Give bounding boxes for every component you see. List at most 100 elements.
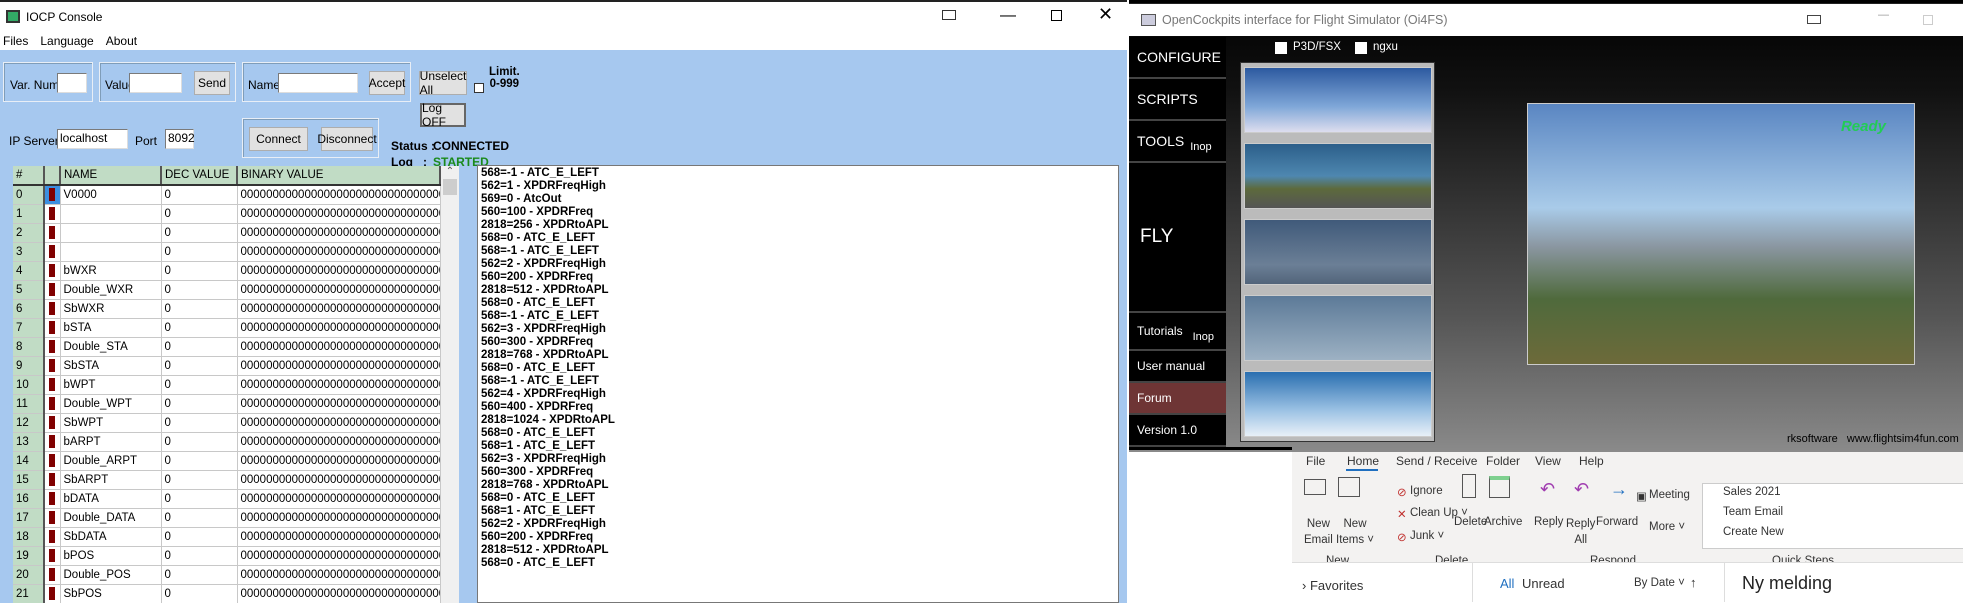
footer-credits[interactable]: rksoftware www.flightsim4fun.com — [1787, 433, 1959, 445]
name-input[interactable] — [278, 73, 358, 93]
row-marker[interactable] — [44, 470, 61, 490]
col-number[interactable]: # — [13, 166, 45, 186]
log-off-button[interactable]: Log OFF — [420, 101, 466, 129]
table-row[interactable]: 18 SbDATA 0 0000000000000000000000000000000… — [13, 527, 441, 547]
row-marker[interactable] — [44, 527, 61, 547]
delete-button[interactable]: Delete — [1454, 516, 1487, 528]
filter-unread[interactable]: Unread — [1522, 576, 1565, 591]
accept-button[interactable]: Accept — [369, 71, 405, 95]
menu-about[interactable]: About — [106, 34, 137, 48]
aircraft-image-emirates-777[interactable] — [1244, 219, 1432, 285]
maximize-button[interactable] — [1923, 15, 1933, 25]
table-row[interactable]: 6 SbWXR 0 00000000000000000000000000000000 — [13, 299, 441, 319]
row-marker[interactable] — [44, 356, 61, 376]
menu-language[interactable]: Language — [40, 34, 93, 48]
table-row[interactable]: 20 Double_POS 0 000000000000000000000000000… — [13, 565, 441, 585]
tab-home[interactable]: Home — [1347, 454, 1379, 468]
row-marker[interactable] — [44, 318, 61, 338]
aircraft-image-emirates-747[interactable] — [1244, 295, 1432, 361]
close-button[interactable]: ✕ — [1098, 4, 1113, 25]
nav-tutorials[interactable]: Tutorials Inop — [1129, 313, 1226, 351]
row-marker[interactable] — [44, 546, 61, 566]
col-binary-value[interactable]: BINARY VALUE — [237, 166, 441, 186]
aircraft-image-787[interactable] — [1244, 371, 1432, 437]
unselect-all-button[interactable]: Unselect All — [419, 69, 467, 97]
nav-scripts[interactable]: SCRIPTS — [1129, 79, 1226, 121]
var-number-input[interactable] — [57, 73, 87, 93]
maximize-button[interactable] — [1051, 10, 1062, 21]
nav-configure[interactable]: CONFIGURE — [1129, 37, 1226, 79]
row-marker[interactable] — [44, 565, 61, 585]
row-marker[interactable] — [44, 280, 61, 300]
table-row[interactable]: 3 0 00000000000000000000000000000000 — [13, 242, 441, 262]
row-marker[interactable] — [44, 394, 61, 414]
tab-folder[interactable]: Folder — [1486, 454, 1520, 468]
row-marker[interactable] — [44, 375, 61, 395]
ignore-button[interactable]: Ignore — [1410, 485, 1443, 497]
row-marker[interactable] — [44, 185, 61, 205]
archive-button[interactable]: Archive — [1484, 516, 1522, 528]
table-row[interactable]: 8 Double_STA 0 0000000000000000000000000000… — [13, 337, 441, 357]
table-row[interactable]: 12 SbWPT 0 00000000000000000000000000000000 — [13, 413, 441, 433]
table-row[interactable]: 7 bSTA 0 00000000000000000000000000000000 — [13, 318, 441, 338]
quick-step-sales[interactable]: Sales 2021 — [1723, 486, 1781, 498]
junk-button[interactable]: Junk ˅ — [1410, 530, 1444, 542]
more-button[interactable]: More ˅ — [1649, 521, 1685, 533]
new-items-button[interactable]: New Items ˅ — [1336, 516, 1374, 548]
col-dec-value[interactable]: DEC VALUE — [161, 166, 238, 186]
row-marker[interactable] — [44, 413, 61, 433]
table-row[interactable]: 14 Double_ARPT 0 00000000000000000000000000… — [13, 451, 441, 471]
sort-by-date[interactable]: By Date ˅ — [1634, 577, 1685, 589]
nav-fly[interactable]: FLY — [1129, 163, 1226, 313]
table-row[interactable]: 1 0 00000000000000000000000000000000 — [13, 204, 441, 224]
table-scrollbar[interactable]: ⌃ — [441, 166, 459, 603]
connect-button[interactable]: Connect — [249, 127, 308, 151]
table-row[interactable]: 15 SbARPT 0 0000000000000000000000000000000… — [13, 470, 441, 490]
value-input[interactable] — [129, 73, 182, 93]
table-row[interactable]: 21 SbPOS 0 00000000000000000000000000000000 — [13, 584, 441, 603]
row-marker[interactable] — [44, 261, 61, 281]
table-row[interactable]: 17 Double_DATA 0 00000000000000000000000000… — [13, 508, 441, 528]
row-marker[interactable] — [44, 204, 61, 224]
table-row[interactable]: 5 Double_WXR 0 0000000000000000000000000000… — [13, 280, 441, 300]
new-email-button[interactable]: New Email — [1304, 516, 1333, 548]
row-marker[interactable] — [44, 584, 61, 603]
table-row[interactable]: 2 0 00000000000000000000000000000000 — [13, 223, 441, 243]
filter-all[interactable]: All — [1500, 576, 1514, 591]
quick-step-team-email[interactable]: Team Email — [1723, 506, 1783, 518]
row-marker[interactable] — [44, 299, 61, 319]
table-row[interactable]: 10 bWPT 0 00000000000000000000000000000000 — [13, 375, 441, 395]
table-row[interactable]: 13 bARPT 0 00000000000000000000000000000000 — [13, 432, 441, 452]
limit-checkbox[interactable] — [474, 83, 484, 93]
meeting-button[interactable]: Meeting — [1649, 489, 1690, 501]
snap-icon[interactable] — [942, 10, 956, 20]
port-input[interactable]: 8092 — [165, 129, 195, 149]
row-marker[interactable] — [44, 337, 61, 357]
minimize-button[interactable]: — — [1878, 9, 1889, 21]
col-marker[interactable] — [44, 166, 61, 186]
row-marker[interactable] — [44, 242, 61, 262]
table-row[interactable]: 11 Double_WPT 0 000000000000000000000000000… — [13, 394, 441, 414]
menu-files[interactable]: Files — [3, 34, 28, 48]
send-button[interactable]: Send — [194, 71, 230, 95]
disconnect-button[interactable]: Disconnect — [317, 127, 377, 151]
favorites-folder[interactable]: › Favorites — [1302, 578, 1363, 593]
tab-view[interactable]: View — [1535, 454, 1561, 468]
tab-send-receive[interactable]: Send / Receive — [1396, 454, 1477, 468]
row-marker[interactable] — [44, 432, 61, 452]
snap-icon[interactable] — [1807, 15, 1821, 24]
tab-file[interactable]: File — [1306, 454, 1325, 468]
nav-forum[interactable]: Forum — [1129, 383, 1226, 415]
reply-all-button[interactable]: Reply All — [1566, 516, 1595, 548]
scrollbar-thumb[interactable] — [443, 179, 457, 195]
table-row[interactable]: 9 SbSTA 0 00000000000000000000000000000000 — [13, 356, 441, 376]
row-marker[interactable] — [44, 489, 61, 509]
quick-step-create-new[interactable]: Create New — [1723, 526, 1784, 538]
ngxu-checkbox[interactable] — [1355, 42, 1367, 54]
table-row[interactable]: 19 bPOS 0 00000000000000000000000000000000 — [13, 546, 441, 566]
table-row[interactable]: 0 V0000 0 00000000000000000000000000000000 — [13, 185, 441, 205]
ip-server-input[interactable]: localhost — [57, 129, 128, 149]
aircraft-image-norwegian[interactable] — [1244, 67, 1432, 133]
minimize-button[interactable]: — — [1000, 7, 1016, 25]
aircraft-image-747[interactable] — [1244, 143, 1432, 209]
